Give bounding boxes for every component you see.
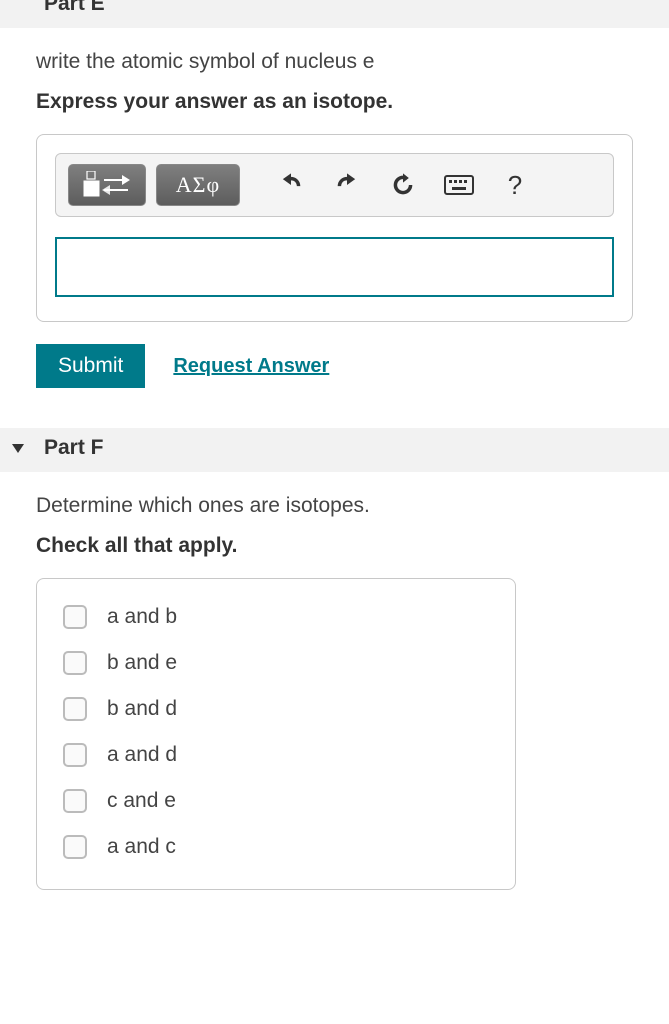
undo-icon — [277, 171, 305, 199]
redo-button[interactable] — [324, 164, 370, 206]
choice-label: b and d — [107, 697, 177, 721]
caret-down-icon — [12, 444, 24, 453]
formula-toolbar: ΑΣφ — [55, 153, 614, 217]
part-f-question: Determine which ones are isotopes. — [36, 494, 633, 518]
checkbox[interactable] — [63, 605, 87, 629]
submit-button[interactable]: Submit — [36, 344, 145, 388]
choice-row[interactable]: c and e — [63, 789, 489, 813]
choice-label: b and e — [107, 651, 177, 675]
choice-row[interactable]: a and c — [63, 835, 489, 859]
part-f-heading: Part F — [44, 436, 104, 460]
choice-label: a and c — [107, 835, 176, 859]
template-icon — [82, 171, 132, 199]
choices-panel: a and b b and e b and d a and d c and e … — [36, 578, 516, 890]
answer-input[interactable] — [55, 237, 614, 297]
redo-icon — [333, 171, 361, 199]
part-e-question: write the atomic symbol of nucleus e — [36, 50, 633, 74]
part-e-body: write the atomic symbol of nucleus e Exp… — [0, 28, 669, 428]
choice-label: a and d — [107, 743, 177, 767]
part-e-actions: Submit Request Answer — [36, 344, 633, 388]
checkbox[interactable] — [63, 743, 87, 767]
part-e-heading: Part E — [44, 0, 105, 16]
submit-label: Submit — [58, 354, 123, 377]
keyboard-button[interactable] — [436, 164, 482, 206]
reset-button[interactable] — [380, 164, 426, 206]
greek-label: ΑΣφ — [176, 172, 220, 198]
part-f-body: Determine which ones are isotopes. Check… — [0, 472, 669, 930]
request-answer-label: Request Answer — [173, 355, 329, 377]
reset-icon — [389, 171, 417, 199]
greek-symbols-button[interactable]: ΑΣφ — [156, 164, 240, 206]
undo-button[interactable] — [268, 164, 314, 206]
part-f-header[interactable]: Part F — [0, 428, 669, 472]
template-picker-button[interactable] — [68, 164, 146, 206]
choice-row[interactable]: b and d — [63, 697, 489, 721]
part-f-instruction: Check all that apply. — [36, 534, 633, 558]
help-icon: ? — [508, 170, 522, 201]
checkbox[interactable] — [63, 789, 87, 813]
part-e-instruction: Express your answer as an isotope. — [36, 90, 633, 114]
choice-label: c and e — [107, 789, 176, 813]
choice-row[interactable]: b and e — [63, 651, 489, 675]
keyboard-icon — [444, 175, 474, 195]
request-answer-link[interactable]: Request Answer — [173, 355, 329, 378]
checkbox[interactable] — [63, 651, 87, 675]
checkbox[interactable] — [63, 835, 87, 859]
part-e-header[interactable]: Part E — [0, 0, 669, 28]
checkbox[interactable] — [63, 697, 87, 721]
choice-row[interactable]: a and b — [63, 605, 489, 629]
answer-panel: ΑΣφ — [36, 134, 633, 322]
choice-row[interactable]: a and d — [63, 743, 489, 767]
choice-label: a and b — [107, 605, 177, 629]
help-button[interactable]: ? — [492, 164, 538, 206]
